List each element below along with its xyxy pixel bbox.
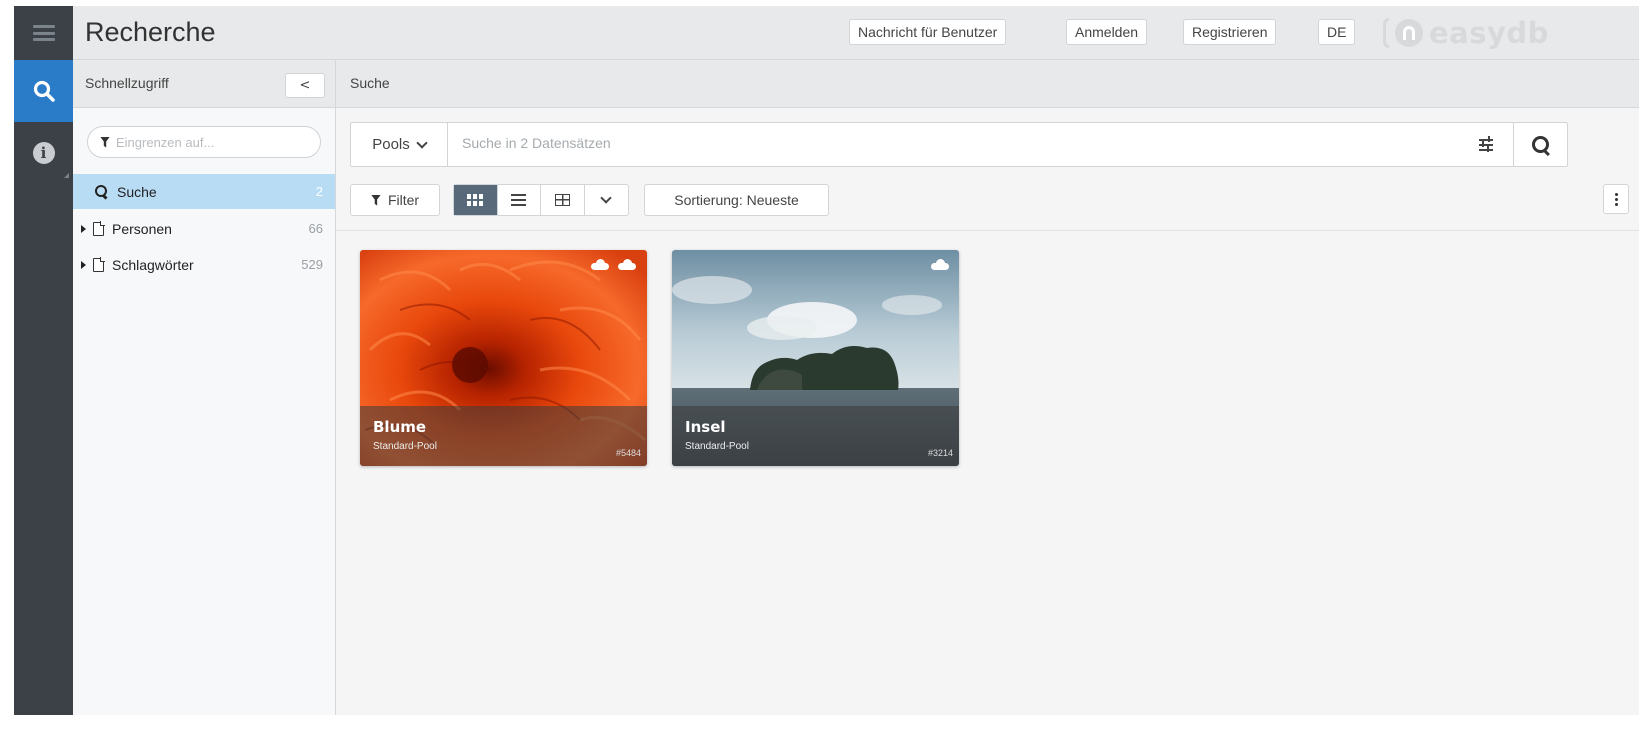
quick-access-panel: Schnellzugriff < Suche 2 Personen 66 Sch… (73, 60, 336, 715)
main-content: Suche Pools Filter (336, 60, 1639, 715)
filter-button[interactable]: Filter (350, 184, 440, 216)
logo-text: easydb (1429, 16, 1549, 50)
cloud-icon (618, 259, 636, 270)
sort-button[interactable]: Sortierung: Neueste (644, 184, 829, 216)
filter-icon (100, 136, 110, 148)
main-header: Suche (336, 60, 1639, 108)
card-pool: Standard-Pool (373, 441, 437, 452)
logo-bracket-icon (1383, 18, 1389, 48)
chevron-down-icon (416, 136, 428, 149)
card-id: #5484 (615, 448, 641, 458)
table-icon (554, 194, 570, 206)
quick-access-title: Schnellzugriff (85, 75, 169, 91)
card-pool: Standard-Pool (685, 441, 749, 452)
app-window: i Recherche Nachricht für Benutzer Anmel… (14, 6, 1639, 715)
register-button[interactable]: Registrieren (1183, 19, 1277, 45)
quick-access-item-count: 529 (301, 257, 323, 272)
chevron-down-icon (600, 192, 612, 204)
search-bar: Pools (350, 122, 1568, 167)
quick-access-item-suche[interactable]: Suche 2 (73, 174, 335, 209)
quick-access-item-personen[interactable]: Personen 66 (73, 211, 335, 246)
document-icon (93, 257, 105, 272)
list-icon (511, 194, 527, 206)
more-options-button[interactable] (1603, 184, 1629, 214)
filter-icon (370, 194, 381, 206)
search-icon (33, 80, 55, 102)
card-overlay (672, 406, 959, 466)
main-title: Suche (350, 75, 390, 91)
cloud-icon (931, 259, 949, 270)
view-mode-group (453, 184, 629, 216)
settings-sliders-icon[interactable] (1477, 135, 1497, 155)
quick-access-item-label: Suche (117, 183, 157, 200)
search-icon (95, 185, 108, 198)
quick-access-filter-input[interactable] (116, 134, 296, 150)
easydb-logo: easydb (1383, 14, 1549, 52)
login-button[interactable]: Anmelden (1066, 19, 1148, 45)
table-view-button[interactable] (541, 185, 585, 215)
rail-info-button[interactable]: i (14, 122, 73, 184)
rail-search-button[interactable] (14, 60, 73, 122)
result-card[interactable]: Insel Standard-Pool #3214 (672, 250, 959, 466)
search-button[interactable] (1513, 123, 1568, 166)
menu-icon (32, 25, 55, 41)
filter-label: Filter (387, 192, 420, 208)
search-input[interactable] (462, 135, 1362, 151)
toolbar-divider (336, 230, 1639, 231)
quick-access-item-schlagwoerter[interactable]: Schlagwörter 529 (73, 247, 335, 282)
list-view-button[interactable] (498, 185, 541, 215)
card-title: Insel (685, 418, 726, 436)
info-icon: i (32, 142, 55, 164)
language-button[interactable]: DE (1318, 19, 1356, 45)
logo-mark-icon (1395, 19, 1423, 47)
grid-view-button[interactable] (454, 185, 498, 215)
menu-button[interactable] (14, 6, 73, 60)
quick-access-item-label: Schlagwörter (112, 256, 194, 273)
quick-access-filter[interactable] (87, 126, 321, 158)
cloud-icon (591, 259, 609, 270)
quick-access-item-label: Personen (112, 220, 172, 237)
card-id: #3214 (927, 448, 953, 458)
quick-access-header: Schnellzugriff < (73, 60, 335, 108)
card-title: Blume (373, 418, 427, 436)
document-icon (93, 221, 105, 236)
quick-access-item-count: 66 (308, 221, 323, 236)
page-title: Recherche (85, 17, 216, 47)
collapse-panel-button[interactable]: < (285, 73, 325, 98)
grid-icon (467, 194, 484, 206)
expand-arrow-icon[interactable] (81, 224, 86, 233)
quick-access-item-count: 2 (315, 184, 323, 199)
result-card[interactable]: Blume Standard-Pool #5484 (360, 250, 647, 466)
left-rail: i (14, 6, 73, 715)
view-options-dropdown[interactable] (585, 185, 628, 215)
expand-arrow-icon[interactable] (81, 260, 86, 269)
message-for-users-button[interactable]: Nachricht für Benutzer (849, 19, 1007, 45)
top-header: Recherche Nachricht für Benutzer Anmelde… (73, 6, 1639, 60)
pools-dropdown[interactable]: Pools (351, 123, 448, 166)
pools-label: Pools (372, 136, 410, 153)
search-icon (1532, 135, 1550, 154)
card-overlay (360, 406, 647, 466)
